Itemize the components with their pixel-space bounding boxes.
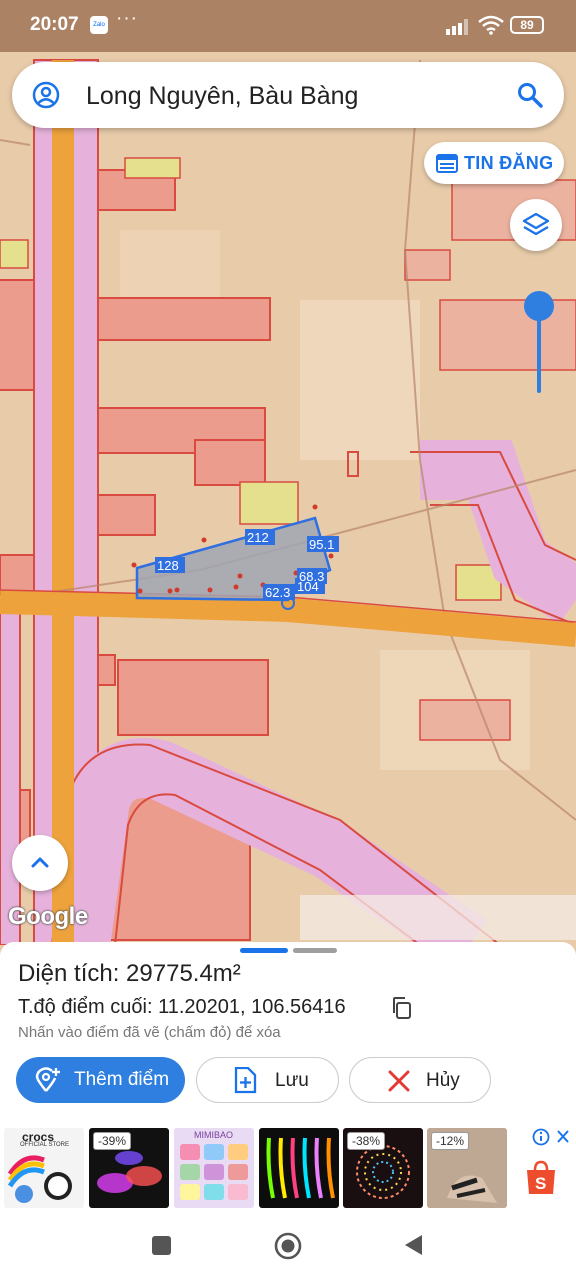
signal-icon bbox=[446, 19, 468, 35]
location-title[interactable]: Long Nguyên, Bàu Bàng bbox=[86, 82, 358, 111]
parcel-label-95: 95.1 bbox=[309, 537, 334, 552]
ad-item-fairy-lights[interactable]: -38% bbox=[343, 1128, 423, 1208]
add-location-icon bbox=[35, 1067, 60, 1092]
ad-item-mimibao[interactable]: MIMIBAO bbox=[174, 1128, 254, 1208]
opacity-slider[interactable] bbox=[524, 291, 554, 395]
ad-item-crocs[interactable]: crocs OFFICIAL STORE bbox=[4, 1128, 84, 1208]
add-point-label: Thêm điểm bbox=[74, 1069, 170, 1090]
shopee-icon[interactable]: S bbox=[524, 1160, 558, 1196]
ad-banner[interactable]: crocs OFFICIAL STORE -39% MIMIBAO -38% -… bbox=[0, 1124, 576, 1216]
parcel-label-212: 212 bbox=[247, 530, 269, 545]
status-time: 20:07 bbox=[30, 14, 79, 35]
last-point-coordinates: T.độ điểm cuối: 11.20201, 106.56416 bbox=[18, 996, 346, 1018]
system-nav-bar bbox=[0, 1216, 576, 1280]
cancel-button[interactable]: Hủy bbox=[349, 1057, 491, 1103]
glow-laces-image bbox=[266, 1137, 335, 1199]
calendar-list-icon bbox=[436, 154, 458, 173]
mimibao-bags-image bbox=[180, 1144, 248, 1200]
ad-item-shoes-lights[interactable]: -39% bbox=[89, 1128, 169, 1208]
parcel-label-62: 62.3 bbox=[265, 585, 290, 600]
save-button[interactable]: Lưu bbox=[196, 1057, 339, 1103]
area-value: Diện tích: 29775.4m² bbox=[18, 960, 241, 987]
svg-text:S: S bbox=[535, 1174, 546, 1193]
ad-discount-2: -38% bbox=[347, 1132, 386, 1150]
zalo-icon: Zalo bbox=[90, 16, 108, 34]
copy-icon[interactable] bbox=[390, 996, 412, 1020]
layers-icon bbox=[522, 212, 550, 236]
add-point-button[interactable]: Thêm điểm bbox=[16, 1057, 185, 1103]
search-icon[interactable] bbox=[516, 81, 544, 109]
crocs-charms-image bbox=[7, 1155, 72, 1203]
sheet-tab-active[interactable] bbox=[240, 948, 288, 953]
parcel-label-104: 104 bbox=[297, 579, 319, 594]
ad-discount-3: -12% bbox=[431, 1132, 470, 1150]
wifi-icon bbox=[478, 15, 504, 35]
chevron-up-icon bbox=[31, 857, 49, 868]
expand-button[interactable] bbox=[12, 835, 68, 891]
parcel-label-128: 128 bbox=[157, 558, 179, 573]
ad-item-glow-laces[interactable] bbox=[259, 1128, 339, 1208]
google-attribution: Google bbox=[8, 903, 88, 930]
more-notifications: ··· bbox=[116, 8, 138, 29]
listings-label: TIN ĐĂNG bbox=[464, 153, 554, 173]
close-icon bbox=[388, 1070, 410, 1092]
status-bar: 20:07 Zalo ··· 89 bbox=[0, 0, 576, 52]
account-icon[interactable] bbox=[32, 81, 60, 109]
search-bar[interactable]: Long Nguyên, Bàu Bàng bbox=[12, 62, 564, 128]
ad-item-sandals[interactable]: -12% bbox=[427, 1128, 507, 1208]
layers-button[interactable] bbox=[510, 199, 562, 251]
battery-indicator: 89 bbox=[510, 16, 544, 34]
save-label: Lưu bbox=[275, 1070, 309, 1091]
cancel-label: Hủy bbox=[426, 1070, 460, 1091]
delete-hint: Nhấn vào điểm đã vẽ (chấm đỏ) để xóa bbox=[18, 1024, 281, 1041]
save-icon bbox=[234, 1067, 257, 1094]
home-button[interactable] bbox=[274, 1232, 302, 1260]
ad-discount-1: -39% bbox=[93, 1132, 132, 1150]
ad-info-icon[interactable] bbox=[532, 1128, 572, 1146]
recent-apps-button[interactable] bbox=[152, 1236, 171, 1255]
slider-knob[interactable] bbox=[524, 291, 554, 321]
sheet-tab-inactive[interactable] bbox=[293, 948, 337, 953]
listings-button[interactable]: TIN ĐĂNG bbox=[424, 142, 564, 184]
back-button[interactable] bbox=[402, 1233, 424, 1257]
info-sheet: Diện tích: 29775.4m² T.độ điểm cuối: 11.… bbox=[0, 942, 576, 1124]
